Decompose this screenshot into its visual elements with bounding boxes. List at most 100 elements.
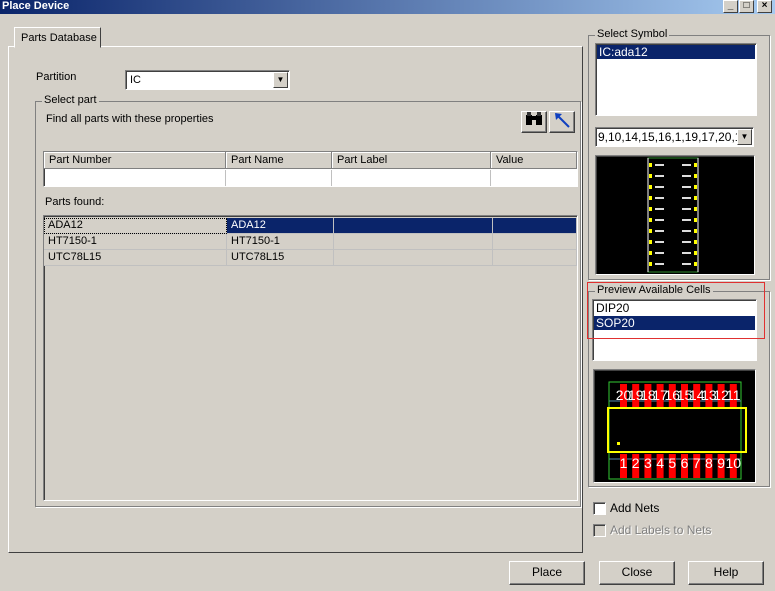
pin-marker bbox=[649, 174, 652, 178]
chevron-down-icon: ▼ bbox=[273, 72, 288, 88]
filter-part-number-input[interactable] bbox=[44, 170, 226, 186]
pin-label-mark bbox=[655, 197, 664, 199]
title-bar: Place Device bbox=[0, 0, 775, 14]
partition-label: Partition bbox=[36, 71, 77, 83]
table-row[interactable]: HT7150-1 HT7150-1 bbox=[44, 234, 577, 250]
pin-marker bbox=[649, 251, 652, 255]
cell-value bbox=[493, 250, 577, 266]
find-bar: Find all parts with these properties bbox=[44, 111, 577, 133]
parts-found-label: Parts found: bbox=[45, 196, 105, 208]
symbol-item[interactable]: IC:ada12 bbox=[597, 45, 755, 59]
pin-marker bbox=[694, 240, 697, 244]
symbol-list[interactable]: IC:ada12 bbox=[595, 43, 757, 116]
table-row[interactable]: ADA12 ADA12 bbox=[44, 218, 577, 234]
cell-number: UTC78L15 bbox=[44, 250, 227, 266]
column-part-number[interactable]: Part Number bbox=[44, 152, 226, 169]
window-title: Place Device bbox=[2, 0, 70, 12]
close-window-button[interactable]: × bbox=[757, 0, 772, 13]
pad-number: 10 bbox=[726, 455, 742, 471]
pin-label-mark bbox=[682, 263, 691, 265]
pin-marker bbox=[694, 251, 697, 255]
symbol-preview bbox=[595, 155, 755, 275]
minimize-button[interactable]: _ bbox=[723, 0, 738, 13]
select-part-label: Select part bbox=[42, 94, 99, 106]
pin-marker bbox=[694, 163, 697, 167]
close-button[interactable]: Close bbox=[599, 561, 675, 585]
cell-name: UTC78L15 bbox=[227, 250, 334, 266]
filter-part-name-input[interactable] bbox=[226, 170, 332, 186]
binoculars-icon[interactable] bbox=[521, 111, 547, 133]
pin-label-mark bbox=[682, 208, 691, 210]
pin-label-mark bbox=[655, 241, 664, 243]
column-value[interactable]: Value bbox=[491, 152, 577, 169]
cell-value bbox=[493, 218, 577, 234]
table-row[interactable]: UTC78L15 UTC78L15 bbox=[44, 250, 577, 266]
pin-marker bbox=[649, 163, 652, 167]
partition-select[interactable]: IC ▼ bbox=[125, 70, 290, 90]
pin-marker bbox=[649, 262, 652, 266]
pin-label-mark bbox=[682, 197, 691, 199]
pad-number: 5 bbox=[668, 455, 676, 471]
symbol-graphic bbox=[647, 157, 699, 273]
property-filter-table: Part Number Part Name Part Label Value bbox=[43, 151, 578, 187]
filter-part-label-input[interactable] bbox=[332, 170, 491, 186]
pad-number: 7 bbox=[693, 455, 701, 471]
cell-name: ADA12 bbox=[227, 218, 334, 234]
chevron-down-icon: ▼ bbox=[737, 129, 752, 145]
select-symbol-label: Select Symbol bbox=[595, 28, 670, 40]
pin-label-mark bbox=[655, 175, 664, 177]
pad-number: 4 bbox=[656, 455, 664, 471]
pin-order-value: 9,10,14,15,16,1,19,17,20,13, bbox=[598, 130, 752, 144]
cell-label bbox=[334, 234, 493, 250]
pad-number: 8 bbox=[705, 455, 713, 471]
pin-marker bbox=[649, 218, 652, 222]
cell-name: HT7150-1 bbox=[227, 234, 334, 250]
add-labels-checkbox[interactable] bbox=[593, 524, 606, 537]
partition-value: IC bbox=[130, 74, 141, 86]
pin-label-mark bbox=[655, 263, 664, 265]
parts-list[interactable]: ADA12 ADA12 HT7150-1 HT7150-1 UTC78L15 UTC78L… bbox=[43, 215, 578, 501]
cell-label bbox=[334, 250, 493, 266]
tab-parts-database[interactable]: Parts Database bbox=[14, 27, 101, 48]
pin1-marker bbox=[617, 442, 620, 445]
component-outline bbox=[607, 407, 747, 453]
find-text: Find all parts with these properties bbox=[46, 113, 214, 125]
pin-label-mark bbox=[682, 230, 691, 232]
cell-value bbox=[493, 234, 577, 250]
pin-order-select[interactable]: 9,10,14,15,16,1,19,17,20,13, ▼ bbox=[595, 127, 754, 147]
pin-marker bbox=[649, 185, 652, 189]
pin-marker bbox=[694, 196, 697, 200]
pin-marker bbox=[694, 185, 697, 189]
pad-number: 11 bbox=[726, 387, 741, 403]
place-button[interactable]: Place bbox=[509, 561, 585, 585]
pin-label-mark bbox=[682, 252, 691, 254]
tab-label: Parts Database bbox=[21, 32, 97, 44]
pad-number: 9 bbox=[717, 455, 725, 471]
column-part-name[interactable]: Part Name bbox=[226, 152, 332, 169]
pin-label-mark bbox=[682, 219, 691, 221]
cell-label bbox=[334, 218, 493, 234]
add-labels-label: Add Labels to Nets bbox=[610, 523, 712, 537]
pin-label-mark bbox=[655, 164, 664, 166]
pin-label-mark bbox=[655, 219, 664, 221]
column-part-label[interactable]: Part Label bbox=[332, 152, 491, 169]
pin-marker bbox=[694, 262, 697, 266]
pin-label-mark bbox=[682, 186, 691, 188]
cell-number: HT7150-1 bbox=[44, 234, 227, 250]
pin-label-mark bbox=[682, 175, 691, 177]
pin-marker bbox=[649, 240, 652, 244]
pad-number: 6 bbox=[681, 455, 689, 471]
pin-label-mark bbox=[655, 186, 664, 188]
filter-value-input[interactable] bbox=[491, 170, 577, 186]
add-nets-checkbox[interactable] bbox=[593, 502, 606, 515]
pin-marker bbox=[649, 196, 652, 200]
pin-label-mark bbox=[655, 230, 664, 232]
maximize-button[interactable]: □ bbox=[739, 0, 754, 13]
arrow-icon[interactable] bbox=[549, 111, 575, 133]
pin-label-mark bbox=[655, 208, 664, 210]
pad-number: 1 bbox=[620, 455, 628, 471]
help-button[interactable]: Help bbox=[688, 561, 764, 585]
pad-number: 3 bbox=[644, 455, 652, 471]
pin-marker bbox=[694, 207, 697, 211]
pin-marker bbox=[649, 229, 652, 233]
